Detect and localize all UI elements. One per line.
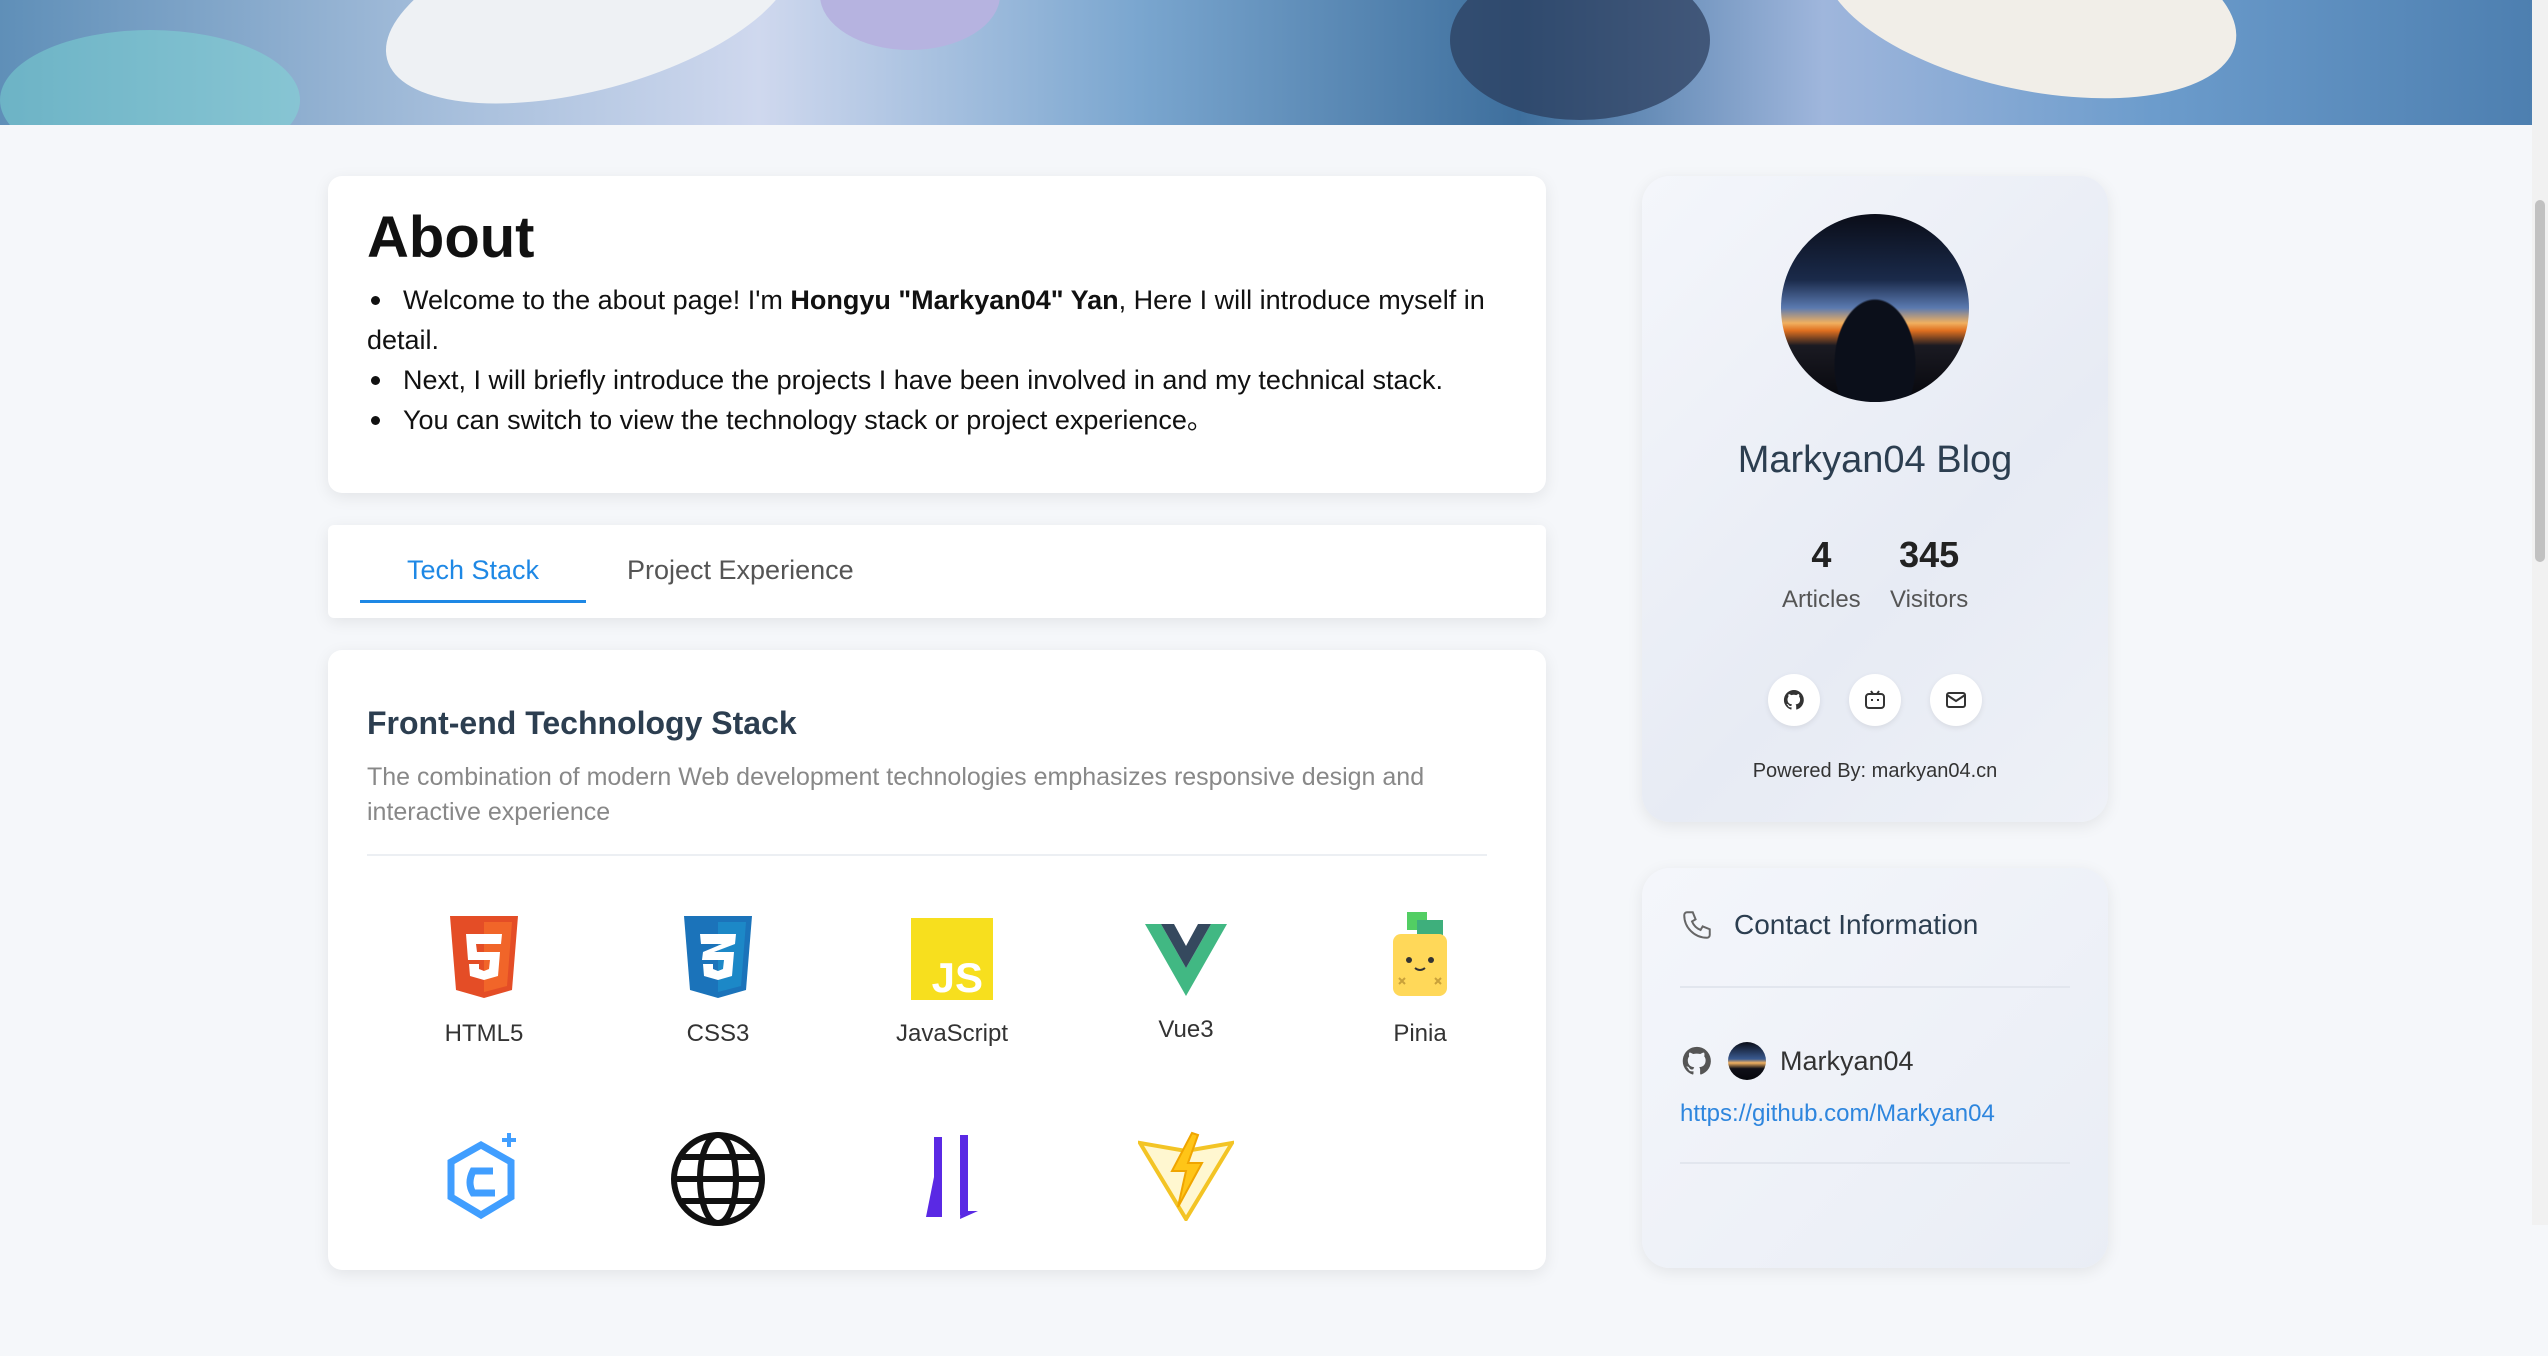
tech-stack-title: Front-end Technology Stack [367,705,797,741]
tech-item-html5[interactable]: HTML5 [367,914,601,1048]
tech-item-css3[interactable]: CSS3 [601,914,835,1048]
contact-divider [1680,986,2070,988]
avatar[interactable] [1781,214,1969,402]
about-title: About [367,205,535,270]
bilibili-icon [1865,690,1885,709]
tech-stack-description: The combination of modern Web developmen… [367,760,1487,856]
css3-icon [684,916,752,998]
pinia-icon [1393,912,1447,996]
profile-card: Markyan04 Blog 4 Articles 345 Visitors P… [1642,176,2108,822]
tech-item-vite[interactable] [1069,1131,1303,1221]
contact-header: Contact Information [1680,908,1978,942]
stat-visitors: 345 Visitors [1890,534,1969,613]
github-link[interactable]: https://github.com/Markyan04 [1680,1100,1995,1128]
contact-title: Contact Information [1734,909,1979,940]
contact-divider-2 [1680,1162,2070,1164]
scrollbar-thumb[interactable] [2535,200,2545,562]
email-button[interactable] [1930,674,1982,726]
tech-item-vue3[interactable]: Vue3 [1069,924,1303,1044]
github-username: Markyan04 [1780,1045,1914,1076]
tech-item-pinia[interactable]: Pinia [1303,912,1537,1048]
powered-by: Powered By: markyan04.cn [1752,760,1998,782]
contact-github-row: Markyan04 [1680,1042,1914,1080]
globe-icon [671,1132,765,1226]
about-item-projects: Next, I will briefly introduce the proje… [367,360,1507,400]
vue-icon [1145,924,1227,996]
tech-icon-grid: HTML5 CSS3 JS JavaScript Vue3 Pinia [367,856,1507,1356]
contact-card: Contact Information Markyan04 https://gi… [1642,868,2108,1268]
axios-icon [926,1135,978,1219]
tab-tech-stack[interactable]: Tech Stack [359,555,587,605]
github-icon [1682,1046,1711,1075]
github-icon [1783,689,1804,710]
tabs-bar: Tech Stack Project Experience [328,525,1546,618]
bilibili-button[interactable] [1849,674,1901,726]
element-plus-icon [447,1133,516,1220]
tech-item-axios[interactable] [835,1131,1069,1221]
tech-stack-card: Front-end Technology Stack The combinati… [328,650,1546,1270]
tech-item-globe[interactable] [601,1131,835,1227]
header-banner-image [0,0,2532,125]
page-scrollbar[interactable] [2532,0,2548,1225]
github-avatar [1728,1042,1766,1080]
github-button[interactable] [1768,674,1820,726]
blog-name[interactable]: Markyan04 Blog [1642,439,2108,482]
about-list: Welcome to the about page! I'm Hongyu "M… [367,280,1507,440]
about-card: About Welcome to the about page! I'm Hon… [328,176,1546,493]
vite-icon [1138,1131,1234,1221]
phone-icon [1683,911,1711,939]
tech-item-element-plus[interactable] [367,1131,601,1221]
javascript-icon: JS [911,918,993,1000]
html5-icon [450,916,518,998]
stat-articles[interactable]: 4 Articles [1782,534,1861,614]
about-item-switch: You can switch to view the technology st… [367,400,1507,440]
author-name: Hongyu "Markyan04" Yan [790,284,1119,315]
tech-item-javascript[interactable]: JS JavaScript [835,918,1069,1048]
about-item-welcome: Welcome to the about page! I'm Hongyu "M… [367,280,1507,360]
tab-project-experience[interactable]: Project Experience [627,555,854,605]
mail-icon [1946,692,1966,708]
svg-text:JS: JS [932,954,983,1000]
